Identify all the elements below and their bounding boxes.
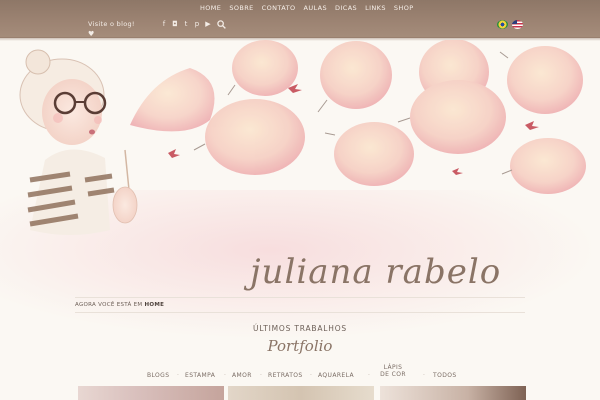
tumblr-icon[interactable]: t <box>183 20 189 28</box>
filter-lapis-de-cor[interactable]: LÁPIS DE COR <box>378 364 408 378</box>
top-bar: HOME SOBRE CONTATO AULAS DICAS LINKS SHO… <box>0 0 600 41</box>
youtube-icon[interactable]: ▶ <box>205 20 211 28</box>
us-flag-icon[interactable] <box>512 20 523 29</box>
breadcrumb-current: HOME <box>144 302 165 308</box>
header-illustration: juliana rabelo <box>0 40 600 340</box>
pinterest-icon[interactable]: p <box>194 20 200 28</box>
filter-separator: · <box>224 372 227 379</box>
instagram-icon[interactable]: ◘ <box>172 20 178 28</box>
filter-amor[interactable]: AMOR <box>232 372 252 379</box>
filter-retratos[interactable]: RETRATOS <box>268 372 303 379</box>
filter-estampa[interactable]: ESTAMPA <box>185 372 215 379</box>
breadcrumb: AGORA VOCÊ ESTÁ EM HOME <box>75 302 164 308</box>
filter-blogs[interactable]: BLOGS <box>147 372 169 379</box>
nav-sobre[interactable]: SOBRE <box>229 4 253 12</box>
portfolio-thumbnail-2[interactable] <box>228 386 374 400</box>
filter-separator: · <box>423 372 426 379</box>
main-nav: HOME SOBRE CONTATO AULAS DICAS LINKS SHO… <box>200 4 414 12</box>
breadcrumb-prefix: AGORA VOCÊ ESTÁ EM <box>75 302 143 308</box>
brazil-flag-icon[interactable] <box>497 20 508 29</box>
heart-icon: ♥ <box>88 30 95 38</box>
nav-aulas[interactable]: AULAS <box>303 4 327 12</box>
facebook-icon[interactable]: f <box>161 20 167 28</box>
visit-blog-link[interactable]: Visite o blog! <box>88 20 135 28</box>
search-icon[interactable] <box>217 20 226 29</box>
portfolio-thumbnail-3[interactable] <box>380 386 526 400</box>
filter-aquarela[interactable]: AQUARELA <box>318 372 354 379</box>
social-links: f ◘ t p ▶ <box>161 20 211 28</box>
filter-todos[interactable]: TODOS <box>433 372 457 379</box>
nav-dicas[interactable]: DICAS <box>335 4 357 12</box>
nav-home[interactable]: HOME <box>200 4 221 12</box>
nav-links[interactable]: LINKS <box>365 4 386 12</box>
portfolio-filters: BLOGS · ESTAMPA · AMOR · RETRATOS · AQUA… <box>140 364 470 382</box>
filter-separator: · <box>310 372 313 379</box>
filter-separator: · <box>368 372 371 379</box>
breadcrumb-divider-bottom <box>75 312 525 313</box>
girl-figure <box>19 49 138 235</box>
language-switcher <box>497 20 523 29</box>
section-kicker: ÚLTIMOS TRABALHOS <box>253 324 347 333</box>
filter-separator: · <box>260 372 263 379</box>
filter-separator: · <box>177 372 180 379</box>
breadcrumb-divider-top <box>75 297 525 298</box>
nav-shop[interactable]: SHOP <box>394 4 414 12</box>
portfolio-thumbnail-1[interactable] <box>78 386 224 400</box>
nav-contato[interactable]: CONTATO <box>262 4 296 12</box>
site-logo[interactable]: juliana rabelo <box>250 252 501 292</box>
section-title: Portfolio <box>267 337 333 355</box>
